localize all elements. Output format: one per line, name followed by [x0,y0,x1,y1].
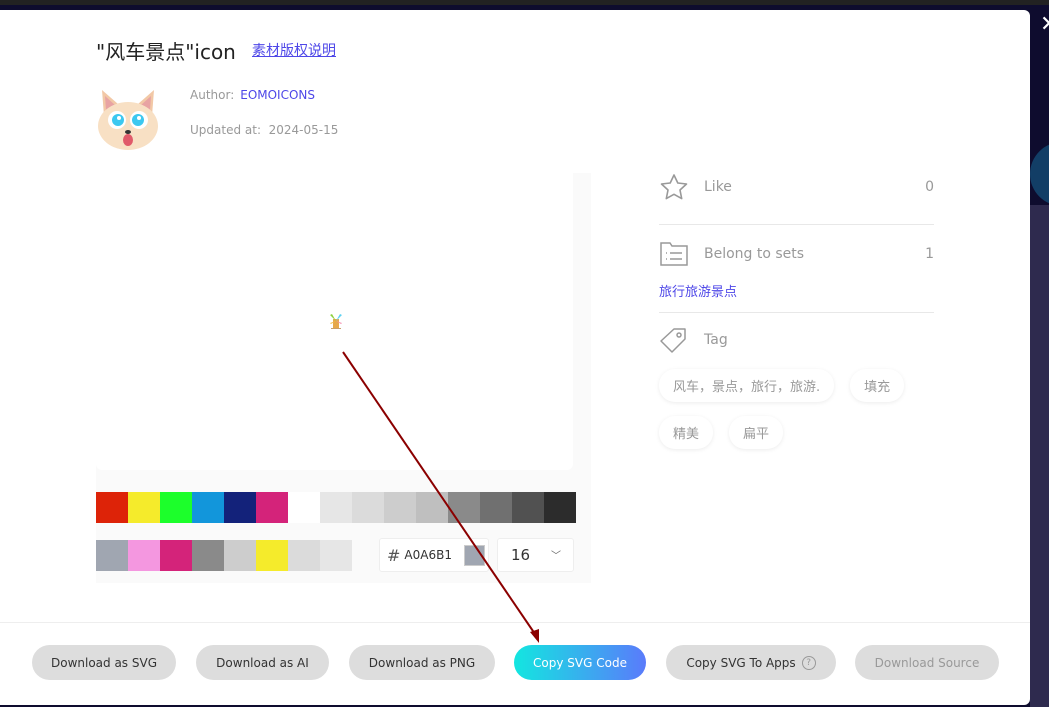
divider [659,312,934,313]
color-swatch[interactable] [256,540,288,571]
top-strip [0,0,1049,5]
color-swatch[interactable] [192,540,224,571]
color-swatch[interactable] [128,540,160,571]
avatar [98,90,158,150]
color-swatch[interactable] [192,492,224,523]
copy-svg-to-apps-button[interactable]: Copy SVG To Apps? [666,645,836,680]
author-link[interactable]: EOMOICONS [240,88,315,102]
tag-list: 风车，景点，旅行，旅游. 填充 精美 扁平 [659,369,934,449]
author-label: Author: [190,88,235,102]
help-icon[interactable]: ? [801,655,816,670]
color-swatch[interactable] [480,492,512,523]
updated-label: Updated at: [190,123,261,137]
chevron-down-icon: ﹀ [551,551,561,562]
color-hex-input[interactable]: # A0A6B1 [379,538,489,572]
windmill-icon [330,314,342,329]
background-decoration [1030,142,1049,206]
color-swatch[interactable] [320,540,352,571]
page-title: "风车景点"icon [96,40,236,64]
like-row[interactable]: Like 0 [659,170,934,204]
color-swatch[interactable] [352,492,384,523]
copy-svg-code-button[interactable]: Copy SVG Code [514,645,646,680]
like-count: 0 [925,179,934,195]
star-icon [660,174,688,200]
tag-item[interactable]: 扁平 [729,416,784,449]
size-value: 16 [511,546,531,564]
color-swatch[interactable] [160,492,192,523]
tag-row: Tag [659,323,934,357]
hex-value: A0A6B1 [404,548,452,562]
info-sidebar: Like 0 Belong to sets 1 旅行旅游景点 Tag 风车，景点… [659,170,934,449]
tag-icon [660,328,686,353]
sets-label: Belong to sets [704,246,805,262]
tag-item[interactable]: 填充 [850,369,905,402]
color-swatch[interactable] [544,492,576,523]
palette-row-2 [96,540,352,571]
color-swatch[interactable] [512,492,544,523]
close-icon[interactable]: ✕ [1040,14,1049,36]
like-label: Like [704,179,732,195]
updated-line: Updated at: 2024-05-15 [190,123,338,137]
footer-divider [0,622,1030,623]
color-swatch[interactable] [320,492,352,523]
palette-row-1 [96,492,576,523]
color-swatch[interactable] [448,492,480,523]
download-png-button[interactable]: Download as PNG [349,645,495,680]
hash-label: # [387,545,401,565]
color-swatch[interactable] [224,540,256,571]
license-link[interactable]: 素材版权说明 [252,40,336,60]
copy-apps-label: Copy SVG To Apps [686,655,796,670]
tag-item[interactable]: 风车，景点，旅行，旅游. [659,369,835,402]
color-swatch[interactable] [288,540,320,571]
download-svg-button[interactable]: Download as SVG [32,645,176,680]
download-source-button[interactable]: Download Source [855,645,999,680]
download-ai-button[interactable]: Download as AI [196,645,329,680]
color-swatch[interactable] [288,492,320,523]
color-swatch[interactable] [256,492,288,523]
preview-panel: # A0A6B1 16 ﹀ [96,173,591,583]
tag-item[interactable]: 精美 [659,416,714,449]
icon-preview [96,173,573,470]
color-swatch[interactable] [416,492,448,523]
background-panel [1030,205,1049,707]
sets-count: 1 [925,246,934,262]
color-swatch[interactable] [160,540,192,571]
divider [659,224,934,225]
set-link[interactable]: 旅行旅游景点 [659,281,934,300]
author-line: Author: EOMOICONS [190,88,315,102]
sets-row: Belong to sets 1 [659,237,934,271]
folder-list-icon [660,242,688,266]
color-swatch[interactable] [224,492,256,523]
color-swatch[interactable] [384,492,416,523]
color-swatch[interactable] [96,540,128,571]
color-swatch[interactable] [96,492,128,523]
size-select[interactable]: 16 ﹀ [497,538,574,572]
updated-value: 2024-05-15 [268,123,339,137]
tag-label: Tag [704,332,728,348]
color-chip[interactable] [463,544,485,566]
color-swatch[interactable] [128,492,160,523]
